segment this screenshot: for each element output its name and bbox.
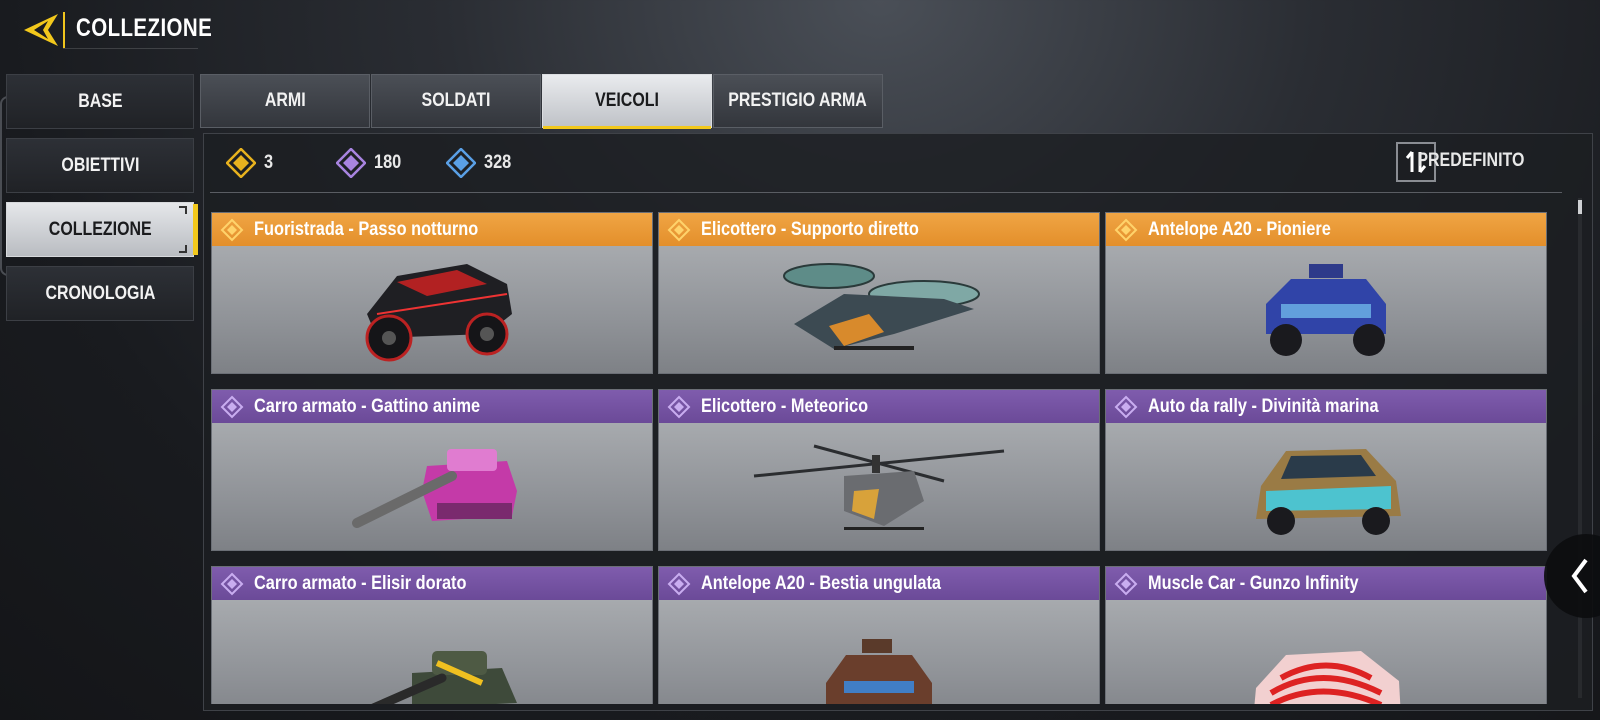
legendary-gem-icon — [220, 218, 244, 241]
epic-gem-icon — [667, 395, 691, 418]
side-item-label: OBIETTIVI — [60, 154, 140, 176]
card-header: Elicottero - Supporto diretto — [659, 213, 1099, 246]
legendary-gem-icon — [226, 148, 256, 178]
card-header: Elicottero - Meteorico — [659, 390, 1099, 423]
vtol-aircraft-icon — [783, 262, 980, 350]
card-header: Carro armato - Elisir dorato — [212, 567, 652, 600]
helicopter-icon — [753, 444, 1005, 530]
card-header: Fuoristrada - Passo notturno — [212, 213, 652, 246]
scrollbar-track[interactable] — [1578, 198, 1582, 698]
vehicle-card[interactable]: Elicottero - Meteorico — [658, 389, 1100, 551]
buggy-icon — [365, 263, 512, 361]
side-item-label: COLLEZIONE — [48, 218, 152, 240]
card-image — [212, 600, 652, 704]
side-item-label: BASE — [77, 90, 123, 112]
card-image — [659, 423, 1099, 550]
tank-icon — [352, 448, 517, 528]
card-image — [1106, 600, 1546, 704]
epic-gem-icon — [1114, 572, 1138, 595]
jeep-icon — [826, 638, 932, 704]
card-title: Fuoristrada - Passo notturno — [254, 218, 479, 240]
epic-gem-icon — [336, 148, 366, 178]
currency-epic: 180 — [336, 147, 406, 179]
muscle-car-icon — [1254, 650, 1401, 704]
side-item-cronologia[interactable]: CRONOLOGIA — [6, 266, 194, 321]
card-header: Auto da rally - Divinità marina — [1106, 390, 1546, 423]
card-title: Auto da rally - Divinità marina — [1148, 395, 1379, 417]
legendary-gem-icon — [667, 218, 691, 241]
card-header: Muscle Car - Gunzo Infinity — [1106, 567, 1546, 600]
tab-soldati[interactable]: SOLDATI — [371, 74, 541, 128]
vehicle-card[interactable]: Antelope A20 - Bestia ungulata — [658, 566, 1100, 704]
card-title: Elicottero - Meteorico — [701, 395, 869, 417]
rare-gem-icon — [446, 148, 476, 178]
currency-rare: 328 — [446, 147, 516, 179]
vehicle-grid: Fuoristrada - Passo notturno Elicottero … — [211, 212, 1547, 704]
vehicle-card[interactable]: Muscle Car - Gunzo Infinity — [1105, 566, 1547, 704]
tab-armi[interactable]: ARMI — [200, 74, 370, 128]
card-header: Carro armato - Gattino anime — [212, 390, 652, 423]
title-underline — [63, 48, 198, 49]
side-item-obiettivi[interactable]: OBIETTIVI — [6, 138, 194, 193]
card-title: Antelope A20 - Bestia ungulata — [701, 572, 941, 594]
tab-label: PRESTIGIO ARMA — [728, 90, 868, 111]
card-title: Muscle Car - Gunzo Infinity — [1148, 572, 1359, 594]
tab-prestigio-arma[interactable]: PRESTIGIO ARMA — [713, 74, 883, 128]
jeep-icon — [1266, 263, 1386, 356]
collection-panel: 3 180 328 PREDEFINITO Fuoristrada - Pass… — [203, 133, 1593, 711]
back-button[interactable] — [18, 10, 62, 50]
currency-value: 180 — [374, 152, 402, 173]
card-image — [212, 246, 652, 373]
sort-label[interactable]: PREDEFINITO — [1417, 150, 1524, 172]
card-title: Carro armato - Gattino anime — [254, 395, 481, 417]
vehicle-card[interactable]: Fuoristrada - Passo notturno — [211, 212, 653, 374]
card-title: Antelope A20 - Pioniere — [1148, 218, 1331, 240]
vehicle-card[interactable]: Elicottero - Supporto diretto — [658, 212, 1100, 374]
page-title: COLLEZIONE — [76, 14, 213, 42]
rally-car-icon — [1256, 448, 1401, 535]
tab-veicoli[interactable]: VEICOLI — [542, 74, 712, 129]
card-title: Elicottero - Supporto diretto — [701, 218, 919, 240]
card-header: Antelope A20 - Pioniere — [1106, 213, 1546, 246]
side-item-base[interactable]: BASE — [6, 74, 194, 129]
tab-label: SOLDATI — [421, 90, 491, 111]
card-image — [1106, 423, 1546, 550]
chevron-left-icon — [1571, 558, 1588, 594]
epic-gem-icon — [220, 395, 244, 418]
card-header: Antelope A20 - Bestia ungulata — [659, 567, 1099, 600]
scrollbar-thumb[interactable] — [1578, 200, 1582, 214]
currency-legendary: 3 — [226, 147, 275, 179]
tab-label: VEICOLI — [595, 90, 659, 111]
vehicle-card[interactable]: Carro armato - Gattino anime — [211, 389, 653, 551]
divider — [210, 192, 1562, 193]
vehicle-card[interactable]: Auto da rally - Divinità marina — [1105, 389, 1547, 551]
epic-gem-icon — [1114, 395, 1138, 418]
side-item-collezione[interactable]: COLLEZIONE — [6, 202, 198, 257]
tank-icon — [371, 650, 517, 704]
side-item-label: CRONOLOGIA — [45, 282, 155, 304]
currency-value: 328 — [484, 152, 512, 173]
corner-bracket-icon — [179, 206, 187, 214]
vehicle-card[interactable]: Carro armato - Elisir dorato — [211, 566, 653, 704]
tab-label: ARMI — [264, 90, 306, 111]
header-divider — [63, 12, 65, 48]
corner-bracket-icon — [179, 245, 187, 253]
card-image — [1106, 246, 1546, 373]
legendary-gem-icon — [1114, 218, 1138, 241]
card-image — [659, 600, 1099, 704]
epic-gem-icon — [220, 572, 244, 595]
currency-bar: 3 180 328 PREDEFINITO — [204, 134, 1592, 192]
card-image — [212, 423, 652, 550]
currency-value: 3 — [264, 152, 274, 173]
back-arrow-icon — [24, 14, 58, 46]
vehicle-card[interactable]: Antelope A20 - Pioniere — [1105, 212, 1547, 374]
card-title: Carro armato - Elisir dorato — [254, 572, 467, 594]
epic-gem-icon — [667, 572, 691, 595]
card-image — [659, 246, 1099, 373]
